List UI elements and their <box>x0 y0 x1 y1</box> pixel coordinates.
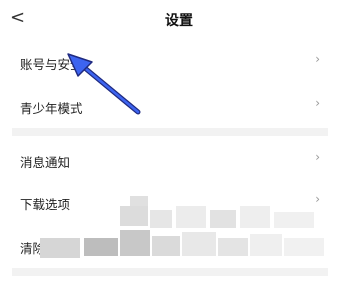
chevron-right-icon: › <box>315 96 320 110</box>
pixelation-block <box>84 238 118 256</box>
settings-page: < 设置 账号与安全 › 青少年模式 › 消息通知 › 下载选项 › 清除 <box>0 0 358 285</box>
chevron-right-icon: › <box>315 52 320 66</box>
pixelation-block <box>240 206 270 228</box>
chevron-right-icon: › <box>315 192 320 206</box>
pixelation-block <box>130 196 148 206</box>
pixelation-block <box>152 236 180 256</box>
header-bar: < 设置 <box>0 0 358 40</box>
settings-item-account-security[interactable]: 账号与安全 › <box>0 42 358 82</box>
pixelation-block <box>120 206 148 226</box>
pixelation-block <box>284 238 324 256</box>
pixelation-block <box>40 238 80 258</box>
section-divider <box>12 128 328 136</box>
pixelation-block <box>218 238 248 256</box>
settings-item-label: 下载选项 <box>20 197 71 212</box>
page-title: 设置 <box>165 13 193 29</box>
pixelation-block <box>120 230 150 256</box>
pixelation-block <box>274 212 314 228</box>
pixelation-block <box>176 206 206 228</box>
chevron-right-icon: › <box>315 150 320 164</box>
section-divider <box>12 268 328 276</box>
annotation-arrow-icon <box>67 53 141 115</box>
pixelation-block <box>182 232 216 256</box>
settings-item-label: 消息通知 <box>20 155 71 170</box>
pixelation-block <box>150 210 172 228</box>
pixelation-block <box>250 234 282 256</box>
settings-item-teen-mode[interactable]: 青少年模式 › <box>0 86 358 126</box>
pixelation-block <box>210 210 236 228</box>
settings-item-notifications[interactable]: 消息通知 › <box>0 140 358 180</box>
